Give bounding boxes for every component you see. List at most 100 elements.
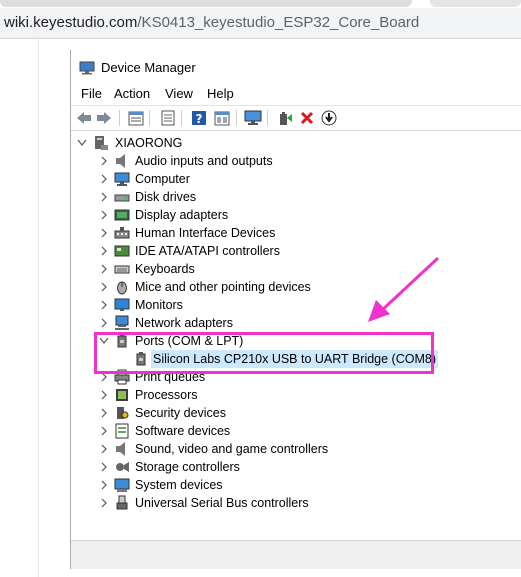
expand-chevron-icon[interactable] [99, 497, 109, 509]
tree-item-keyboards[interactable]: Keyboards [71, 260, 521, 278]
back-arrow-icon[interactable] [75, 109, 93, 127]
display-adapter-icon [114, 207, 130, 223]
svg-text:?: ? [196, 112, 203, 126]
mouse-icon [114, 279, 130, 295]
expand-chevron-icon[interactable] [99, 317, 109, 329]
tree-item-label: Network adapters [135, 316, 233, 330]
title-bar[interactable]: Device Manager [71, 50, 521, 84]
menu-view[interactable]: View [165, 86, 193, 101]
tree-item-monitors[interactable]: Monitors [71, 296, 521, 314]
tree-item-network[interactable]: Network adapters [71, 314, 521, 332]
security-icon [114, 405, 130, 421]
hid-icon [114, 225, 130, 241]
menu-action[interactable]: Action [114, 86, 150, 101]
expand-chevron-icon[interactable] [99, 425, 109, 437]
tree-item-label: Sound, video and game controllers [135, 442, 329, 456]
view-icon[interactable] [213, 109, 231, 127]
window-title: Device Manager [101, 60, 196, 75]
expand-chevron-icon[interactable] [99, 227, 109, 239]
processor-icon [114, 387, 130, 403]
expand-chevron-icon[interactable] [99, 209, 109, 221]
device-manager-window: Device Manager File Action View Help ? X… [70, 50, 521, 569]
ide-controller-icon [114, 243, 130, 259]
tree-item-ide[interactable]: IDE ATA/ATAPI controllers [71, 242, 521, 260]
tree-item-storage[interactable]: Storage controllers [71, 458, 521, 476]
tree-item-mice[interactable]: Mice and other pointing devices [71, 278, 521, 296]
toolbar-separator [149, 110, 150, 126]
expand-chevron-icon[interactable] [99, 173, 109, 185]
tree-item-label: Processors [135, 388, 198, 402]
menu-help[interactable]: Help [207, 86, 234, 101]
tree-item-label: Mice and other pointing devices [135, 280, 311, 294]
menu-view-label: View [165, 86, 193, 101]
tree-item-processors[interactable]: Processors [71, 386, 521, 404]
toolbar-separator [236, 110, 237, 126]
storage-controller-icon [114, 459, 130, 475]
expand-chevron-icon[interactable] [99, 191, 109, 203]
forward-arrow-icon[interactable] [95, 109, 113, 127]
tree-root[interactable]: XIAORONG [71, 134, 521, 152]
expand-chevron-icon[interactable] [99, 155, 109, 167]
expand-chevron-icon[interactable] [99, 299, 109, 311]
url-text[interactable]: wiki.keyestudio.com/KS0413_keyestudio_ES… [4, 14, 419, 31]
tree-item-label: IDE ATA/ATAPI controllers [135, 244, 280, 258]
network-adapter-icon [114, 315, 130, 331]
address-bar[interactable]: wiki.keyestudio.com/KS0413_keyestudio_ES… [0, 8, 521, 39]
menu-help-label: Help [207, 86, 234, 101]
properties-icon[interactable] [127, 109, 145, 127]
expand-chevron-icon[interactable] [99, 263, 109, 275]
computer-root-icon [93, 135, 109, 151]
tree-item-label: Universal Serial Bus controllers [135, 496, 309, 510]
collapse-chevron-icon[interactable] [77, 137, 87, 149]
expand-chevron-icon[interactable] [99, 281, 109, 293]
help-icon[interactable]: ? [190, 109, 208, 127]
menu-file-label: File [81, 86, 102, 101]
expand-chevron-icon[interactable] [99, 389, 109, 401]
tree-item-system[interactable]: System devices [71, 476, 521, 494]
tree-item-software-devices[interactable]: Software devices [71, 422, 521, 440]
speaker-icon [114, 153, 130, 169]
tree-item-label: Display adapters [135, 208, 229, 222]
software-device-icon [114, 423, 130, 439]
page-divider [38, 39, 39, 577]
expand-chevron-icon[interactable] [99, 461, 109, 473]
tree-item-label: Software devices [135, 424, 231, 438]
disable-device-icon[interactable] [320, 109, 338, 127]
tree-item-label: System devices [135, 478, 223, 492]
browser-tab-strip [0, 0, 521, 8]
expand-chevron-icon[interactable] [99, 443, 109, 455]
tree-item-label: Security devices [135, 406, 227, 420]
menu-file[interactable]: File [81, 86, 102, 101]
tree-item-label: Disk drives [135, 190, 197, 204]
expand-chevron-icon[interactable] [99, 407, 109, 419]
monitor-scan-icon[interactable] [244, 109, 262, 127]
update-driver-icon[interactable] [276, 109, 294, 127]
tree-item-label: Monitors [135, 298, 183, 312]
tree-item-display-adapters[interactable]: Display adapters [71, 206, 521, 224]
browser-tab[interactable] [430, 0, 521, 7]
menu-action-label: Action [114, 86, 151, 101]
toolbar: ? [71, 105, 521, 131]
toolbar-separator [181, 110, 182, 126]
show-hide-icon[interactable] [159, 109, 177, 127]
speaker-icon [114, 441, 130, 457]
tree-item-hid[interactable]: Human Interface Devices [71, 224, 521, 242]
url-path: /KS0413_keyestudio_ESP32_Core_Board [137, 14, 420, 31]
disk-drive-icon [114, 189, 130, 205]
computer-icon [114, 171, 130, 187]
url-host: wiki.keyestudio.com [4, 14, 138, 31]
tree-item-label: Computer [135, 172, 190, 186]
tree-item-disk-drives[interactable]: Disk drives [71, 188, 521, 206]
tree-item-audio[interactable]: Audio inputs and outputs [71, 152, 521, 170]
tree-item-label: Storage controllers [135, 460, 240, 474]
toolbar-separator [267, 110, 268, 126]
status-bar [71, 540, 521, 569]
expand-chevron-icon[interactable] [99, 245, 109, 257]
tree-item-usb[interactable]: Universal Serial Bus controllers [71, 494, 521, 512]
uninstall-icon[interactable] [298, 109, 316, 127]
expand-chevron-icon[interactable] [99, 479, 109, 491]
tree-item-sound[interactable]: Sound, video and game controllers [71, 440, 521, 458]
tree-item-security[interactable]: Security devices [71, 404, 521, 422]
browser-tab[interactable] [0, 0, 412, 7]
tree-item-computer[interactable]: Computer [71, 170, 521, 188]
